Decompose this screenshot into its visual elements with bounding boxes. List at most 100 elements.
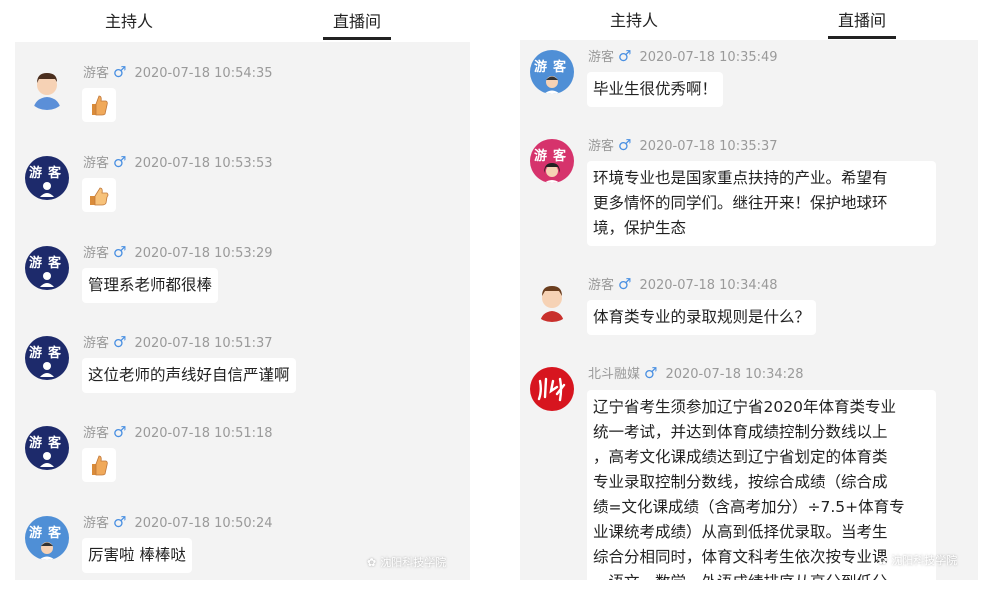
message-meta: 游客 ♂ 2020-07-18 10:35:37	[588, 135, 778, 154]
left-live-panel: 主持人 直播间 游客 ♂ 2020-07-18 10:54:35 游客 游客 ♂ 202…	[15, 0, 470, 580]
message-line: 业课统考成绩）从高到低择优录取。当考生	[593, 523, 888, 541]
message-meta: 游客 ♂ 2020-07-18 10:35:49	[588, 46, 778, 65]
male-icon: ♂	[618, 275, 632, 293]
cartoon-man-avatar[interactable]	[25, 66, 69, 110]
message-meta: 游客 ♂ 2020-07-18 10:53:53	[83, 152, 273, 171]
male-icon: ♂	[113, 243, 127, 261]
timestamp: 2020-07-18 10:35:37	[639, 139, 778, 154]
svg-text:游: 游	[534, 59, 547, 75]
username: 北斗融媒	[588, 367, 641, 382]
message-line: 专业录取控制分数线，按综合成绩（综合成	[593, 473, 888, 491]
username: 游客	[83, 516, 110, 531]
male-icon: ♂	[113, 423, 127, 441]
username: 游客	[588, 50, 615, 65]
message-text: 毕业生很优秀啊！	[587, 72, 724, 107]
message-meta: 游客 ♂ 2020-07-18 10:51:18	[83, 422, 273, 441]
thumbs-up-icon	[92, 95, 108, 116]
message-line: 更多情怀的同学们。继往开来！保护地球环	[593, 194, 888, 212]
message-line: 境，保护生态	[593, 219, 687, 237]
message-text: 这位老师的声线好自信严谨啊	[82, 358, 296, 393]
watermark-text: 沈阳科技学院	[891, 554, 958, 567]
message-line: ，高考文化课成绩达到辽宁省划定的体育类	[593, 448, 888, 466]
tab-live-room[interactable]: 直播间	[322, 8, 392, 40]
svg-text:游: 游	[29, 255, 42, 271]
message-feed[interactable]: 游客 ♂ 2020-07-18 10:54:35 游客 游客 ♂ 2020-07-18 …	[15, 42, 470, 580]
message-line: 辽宁省考生须参加辽宁省2020年体育类专业	[593, 398, 896, 416]
svg-text:客: 客	[48, 255, 62, 271]
message-meta: 游客 ♂ 2020-07-18 10:53:29	[83, 242, 273, 261]
guest-badge-avatar[interactable]: 游客	[25, 336, 69, 380]
message-feed[interactable]: 游客 游客 ♂ 2020-07-18 10:35:49 毕业生很优秀啊！ 游客 游客…	[520, 40, 978, 580]
timestamp: 2020-07-18 10:34:48	[639, 278, 778, 293]
right-live-panel: 主持人 直播间 游客 游客 ♂ 2020-07-18 10:35:49 毕业生很优秀…	[520, 0, 978, 580]
tab-host[interactable]: 主持人	[105, 8, 153, 32]
tab-live-room[interactable]: 直播间	[827, 7, 897, 39]
message-text: 管理系老师都很棒	[82, 268, 219, 303]
watermark: ✿ 沈阳科技学院	[878, 552, 957, 568]
thumbs-up-icon	[90, 187, 109, 206]
timestamp: 2020-07-18 10:53:29	[134, 246, 273, 261]
message-meta: 北斗融媒 ♂ 2020-07-18 10:34:28	[588, 363, 804, 382]
tab-host[interactable]: 主持人	[610, 7, 658, 31]
male-icon: ♂	[113, 513, 127, 531]
message-line: 统一考试，并达到体育成绩控制分数线以上	[593, 423, 888, 441]
username: 游客	[83, 66, 110, 81]
tab-bar: 主持人 直播间	[520, 0, 978, 40]
thumbs-up-icon	[92, 455, 108, 476]
message-line: 环境专业也是国家重点扶持的产业。希望有	[593, 169, 888, 187]
message-line: 体育类专业的录取规则是什么？	[593, 308, 811, 326]
timestamp: 2020-07-18 10:53:53	[134, 156, 273, 171]
male-icon: ♂	[113, 153, 127, 171]
emoji-bubble	[82, 448, 116, 482]
timestamp: 2020-07-18 10:51:18	[134, 426, 273, 441]
svg-text:游: 游	[29, 165, 42, 181]
svg-text:游: 游	[29, 345, 42, 361]
svg-text:客: 客	[48, 525, 62, 541]
username: 游客	[83, 336, 110, 351]
svg-text:游: 游	[29, 525, 42, 541]
message-line: 、语文、数学、外语成绩排序从高分到低分	[593, 570, 930, 580]
male-icon: ♂	[618, 47, 632, 65]
emoji-bubble	[82, 88, 116, 122]
wechat-icon: ✿	[878, 554, 888, 567]
message-text: 体育类专业的录取规则是什么？	[587, 300, 817, 335]
username: 游客	[83, 156, 110, 171]
svg-text:游: 游	[29, 435, 42, 451]
svg-text:客: 客	[553, 59, 567, 75]
guest-pink-avatar[interactable]: 游客	[530, 139, 574, 183]
svg-text:客: 客	[48, 345, 62, 361]
username: 游客	[588, 278, 615, 293]
guest-badge-avatar[interactable]: 游客	[25, 246, 69, 290]
svg-text:客: 客	[553, 148, 567, 164]
message-meta: 游客 ♂ 2020-07-18 10:34:48	[588, 274, 778, 293]
cartoon-boy-avatar[interactable]	[530, 278, 574, 322]
username: 游客	[83, 246, 110, 261]
beidou-logo-avatar[interactable]	[530, 367, 574, 411]
watermark: ✿ 沈阳科技学院	[367, 554, 446, 570]
male-icon: ♂	[618, 136, 632, 154]
svg-text:游: 游	[534, 148, 547, 164]
tab-bar: 主持人 直播间	[15, 0, 470, 42]
message-text: 环境专业也是国家重点扶持的产业。希望有 更多情怀的同学们。继往开来！保护地球环 …	[587, 161, 936, 246]
watermark-text: 沈阳科技学院	[380, 556, 447, 569]
username: 游客	[83, 426, 110, 441]
message-meta: 游客 ♂ 2020-07-18 10:51:37	[83, 332, 273, 351]
emoji-bubble	[82, 178, 116, 212]
male-icon: ♂	[113, 333, 127, 351]
male-icon: ♂	[113, 63, 127, 81]
timestamp: 2020-07-18 10:51:37	[134, 336, 273, 351]
message-line: 毕业生很优秀啊！	[593, 80, 718, 98]
message-text: 厉害啦 棒棒哒	[82, 538, 192, 573]
guest-light-avatar[interactable]: 游客	[25, 516, 69, 560]
male-icon: ♂	[644, 364, 658, 382]
message-meta: 游客 ♂ 2020-07-18 10:50:24	[83, 512, 273, 531]
svg-text:客: 客	[48, 435, 62, 451]
timestamp: 2020-07-18 10:35:49	[639, 50, 778, 65]
guest-light-avatar[interactable]: 游客	[530, 50, 574, 94]
message-line: 绩=文化课成绩（含高考加分）÷7.5+体育专	[593, 498, 905, 516]
guest-badge-avatar[interactable]: 游客	[25, 426, 69, 470]
message-meta: 游客 ♂ 2020-07-18 10:54:35	[83, 62, 273, 81]
guest-badge-avatar[interactable]: 游客	[25, 156, 69, 200]
timestamp: 2020-07-18 10:34:28	[665, 367, 804, 382]
wechat-icon: ✿	[367, 556, 377, 569]
